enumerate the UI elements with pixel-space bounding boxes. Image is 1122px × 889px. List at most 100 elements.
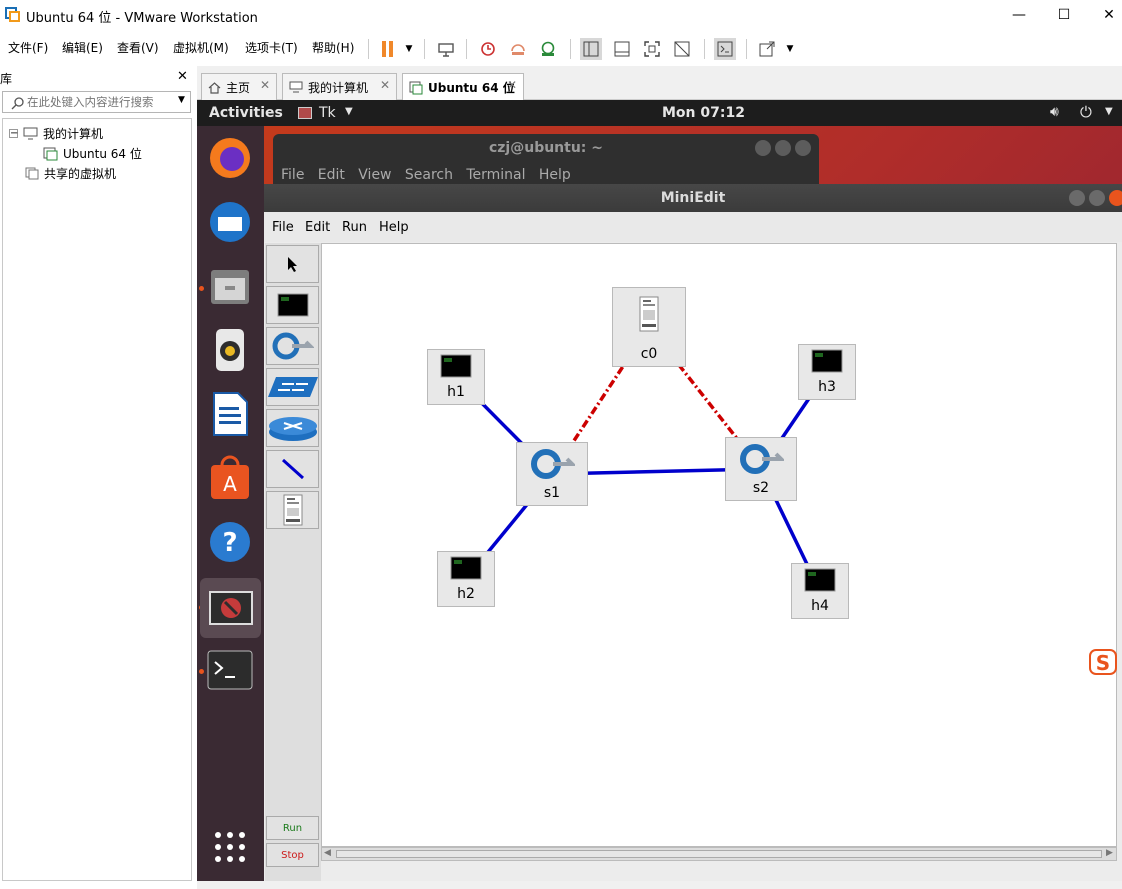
host-node-h1[interactable]: h1 — [427, 349, 485, 405]
revert-snapshot-button[interactable] — [507, 38, 529, 60]
tab-my-computer[interactable]: 我的计算机 ✕ — [282, 73, 397, 100]
console-view-button[interactable] — [714, 38, 736, 60]
link-tool[interactable] — [266, 450, 319, 488]
terminal-menu-search[interactable]: Search — [405, 167, 453, 183]
writer-launcher[interactable] — [206, 390, 254, 438]
scrollbar-thumb[interactable] — [336, 850, 1102, 858]
terminal-menu-view[interactable]: View — [358, 167, 391, 183]
unity-button[interactable] — [671, 38, 693, 60]
tree-item-ubuntu[interactable]: Ubuntu 64 位 — [43, 145, 142, 162]
controller-tool[interactable] — [266, 491, 319, 529]
host-node-h4[interactable]: h4 — [791, 563, 849, 619]
tree-item-my-computer[interactable]: − 我的计算机 — [9, 125, 103, 142]
terminal-minimize-button[interactable] — [755, 140, 771, 156]
menu-help[interactable]: 帮助(H) — [312, 39, 354, 56]
rhythmbox-launcher[interactable] — [206, 326, 254, 374]
me-menu-edit[interactable]: Edit — [305, 220, 330, 235]
me-menu-run[interactable]: Run — [342, 220, 367, 235]
snapshot-manager-button[interactable] — [537, 38, 559, 60]
maximize-button[interactable]: ☐ — [1041, 0, 1087, 30]
scroll-right-icon[interactable]: ▶ — [1106, 848, 1113, 858]
tab-close-icon[interactable]: ✕ — [260, 78, 270, 92]
switch-node-s1[interactable]: s1 — [516, 442, 588, 506]
me-menu-help[interactable]: Help — [379, 220, 409, 235]
tab-home[interactable]: 主页 ✕ — [201, 73, 277, 100]
fullscreen-icon — [644, 41, 660, 57]
power-icon[interactable]: ⏻ — [1080, 103, 1092, 121]
miniedit-close-button[interactable] — [1109, 190, 1122, 206]
menu-tabs[interactable]: 选项卡(T) — [245, 39, 298, 56]
topology-canvas[interactable]: c0 h1 h2 h3 h4 s1 s2 — [321, 243, 1117, 847]
minimize-button[interactable]: — — [996, 0, 1042, 30]
menu-edit[interactable]: 编辑(E) — [62, 39, 103, 56]
status-bar — [197, 881, 1122, 889]
scroll-left-icon[interactable]: ◀ — [324, 848, 331, 858]
software-launcher[interactable]: A — [206, 454, 254, 502]
power-dropdown[interactable]: ▼ — [398, 38, 420, 60]
tab-ubuntu[interactable]: Ubuntu 64 位 ✕ — [402, 73, 524, 101]
files-launcher[interactable] — [206, 262, 254, 310]
gnome-top-bar: Activities Tk ▼ Mon 07:12 🔊︎ ⏻ ▼ — [197, 100, 1122, 126]
menu-vm[interactable]: 虚拟机(M) — [173, 39, 229, 56]
toolbar-separator — [424, 39, 425, 59]
legacy-router-tool[interactable] — [266, 409, 319, 447]
stretch-dropdown[interactable]: ▼ — [779, 38, 801, 60]
terminal-menu-terminal[interactable]: Terminal — [466, 167, 525, 183]
miniedit-maximize-button[interactable] — [1089, 190, 1105, 206]
controller-node-c0[interactable]: c0 — [612, 287, 686, 367]
thumbnail-bar-button[interactable] — [611, 38, 633, 60]
host-node-h3[interactable]: h3 — [798, 344, 856, 400]
me-menu-file[interactable]: File — [272, 220, 294, 235]
close-button[interactable]: ✕ — [1086, 0, 1122, 30]
tk-app-launcher[interactable] — [200, 578, 261, 638]
libreoffice-writer-icon — [213, 392, 248, 436]
terminal-menu-edit[interactable]: Edit — [318, 167, 345, 183]
terminal-maximize-button[interactable] — [775, 140, 791, 156]
library-search-input[interactable] — [27, 94, 167, 110]
miniedit-window[interactable]: MiniEdit File Edit Run Help Run Stop c0 h… — [264, 184, 1122, 881]
help-launcher[interactable]: ? — [206, 518, 254, 566]
pointer-icon — [287, 257, 297, 272]
show-applications-button[interactable] — [206, 823, 254, 871]
switch-tool[interactable] — [266, 327, 319, 365]
select-tool[interactable] — [266, 245, 319, 283]
search-dropdown-icon[interactable]: ▼ — [178, 95, 185, 105]
sogou-ime-icon[interactable]: S — [1088, 647, 1118, 677]
menu-file[interactable]: 文件(F) — [8, 39, 48, 56]
terminal-launcher[interactable] — [206, 646, 254, 694]
tab-close-icon[interactable]: ✕ — [507, 78, 517, 92]
host-tool[interactable] — [266, 286, 319, 324]
app-menu[interactable]: Tk — [319, 105, 336, 121]
rhythmbox-icon — [216, 329, 244, 371]
host-node-h2[interactable]: h2 — [437, 551, 495, 607]
run-button[interactable]: Run — [266, 816, 319, 840]
collapse-icon[interactable]: − — [9, 129, 18, 139]
library-close-button[interactable]: ✕ — [177, 69, 188, 84]
vm-display[interactable]: Activities Tk ▼ Mon 07:12 🔊︎ ⏻ ▼ A ? czj… — [197, 100, 1122, 881]
send-ctrl-alt-del-button[interactable] — [435, 38, 457, 60]
terminal-menu-help[interactable]: Help — [539, 167, 571, 183]
pause-button[interactable] — [377, 38, 399, 60]
stretch-button[interactable] — [756, 38, 778, 60]
tab-close-icon[interactable]: ✕ — [380, 78, 390, 92]
firefox-launcher[interactable] — [206, 134, 254, 182]
miniedit-menubar: File Edit Run Help — [264, 212, 1122, 242]
clock[interactable]: Mon 07:12 — [662, 105, 745, 121]
horizontal-scrollbar[interactable]: ◀ ▶ — [321, 847, 1117, 861]
search-icon — [11, 97, 24, 110]
full-screen-button[interactable] — [641, 38, 663, 60]
keyboard-icon — [438, 43, 454, 57]
legacy-switch-tool[interactable] — [266, 368, 319, 406]
volume-icon[interactable]: 🔊︎ — [1050, 104, 1059, 120]
terminal-close-button[interactable] — [795, 140, 811, 156]
snapshot-button[interactable] — [477, 38, 499, 60]
menu-view[interactable]: 查看(V) — [117, 39, 159, 56]
switch-node-s2[interactable]: s2 — [725, 437, 797, 501]
show-library-button[interactable] — [580, 38, 602, 60]
thunderbird-launcher[interactable] — [206, 198, 254, 246]
tree-item-shared-vms[interactable]: 共享的虚拟机 — [25, 165, 116, 182]
activities-button[interactable]: Activities — [209, 105, 283, 121]
miniedit-minimize-button[interactable] — [1069, 190, 1085, 206]
stop-button[interactable]: Stop — [266, 843, 319, 867]
terminal-menu-file[interactable]: File — [281, 167, 304, 183]
